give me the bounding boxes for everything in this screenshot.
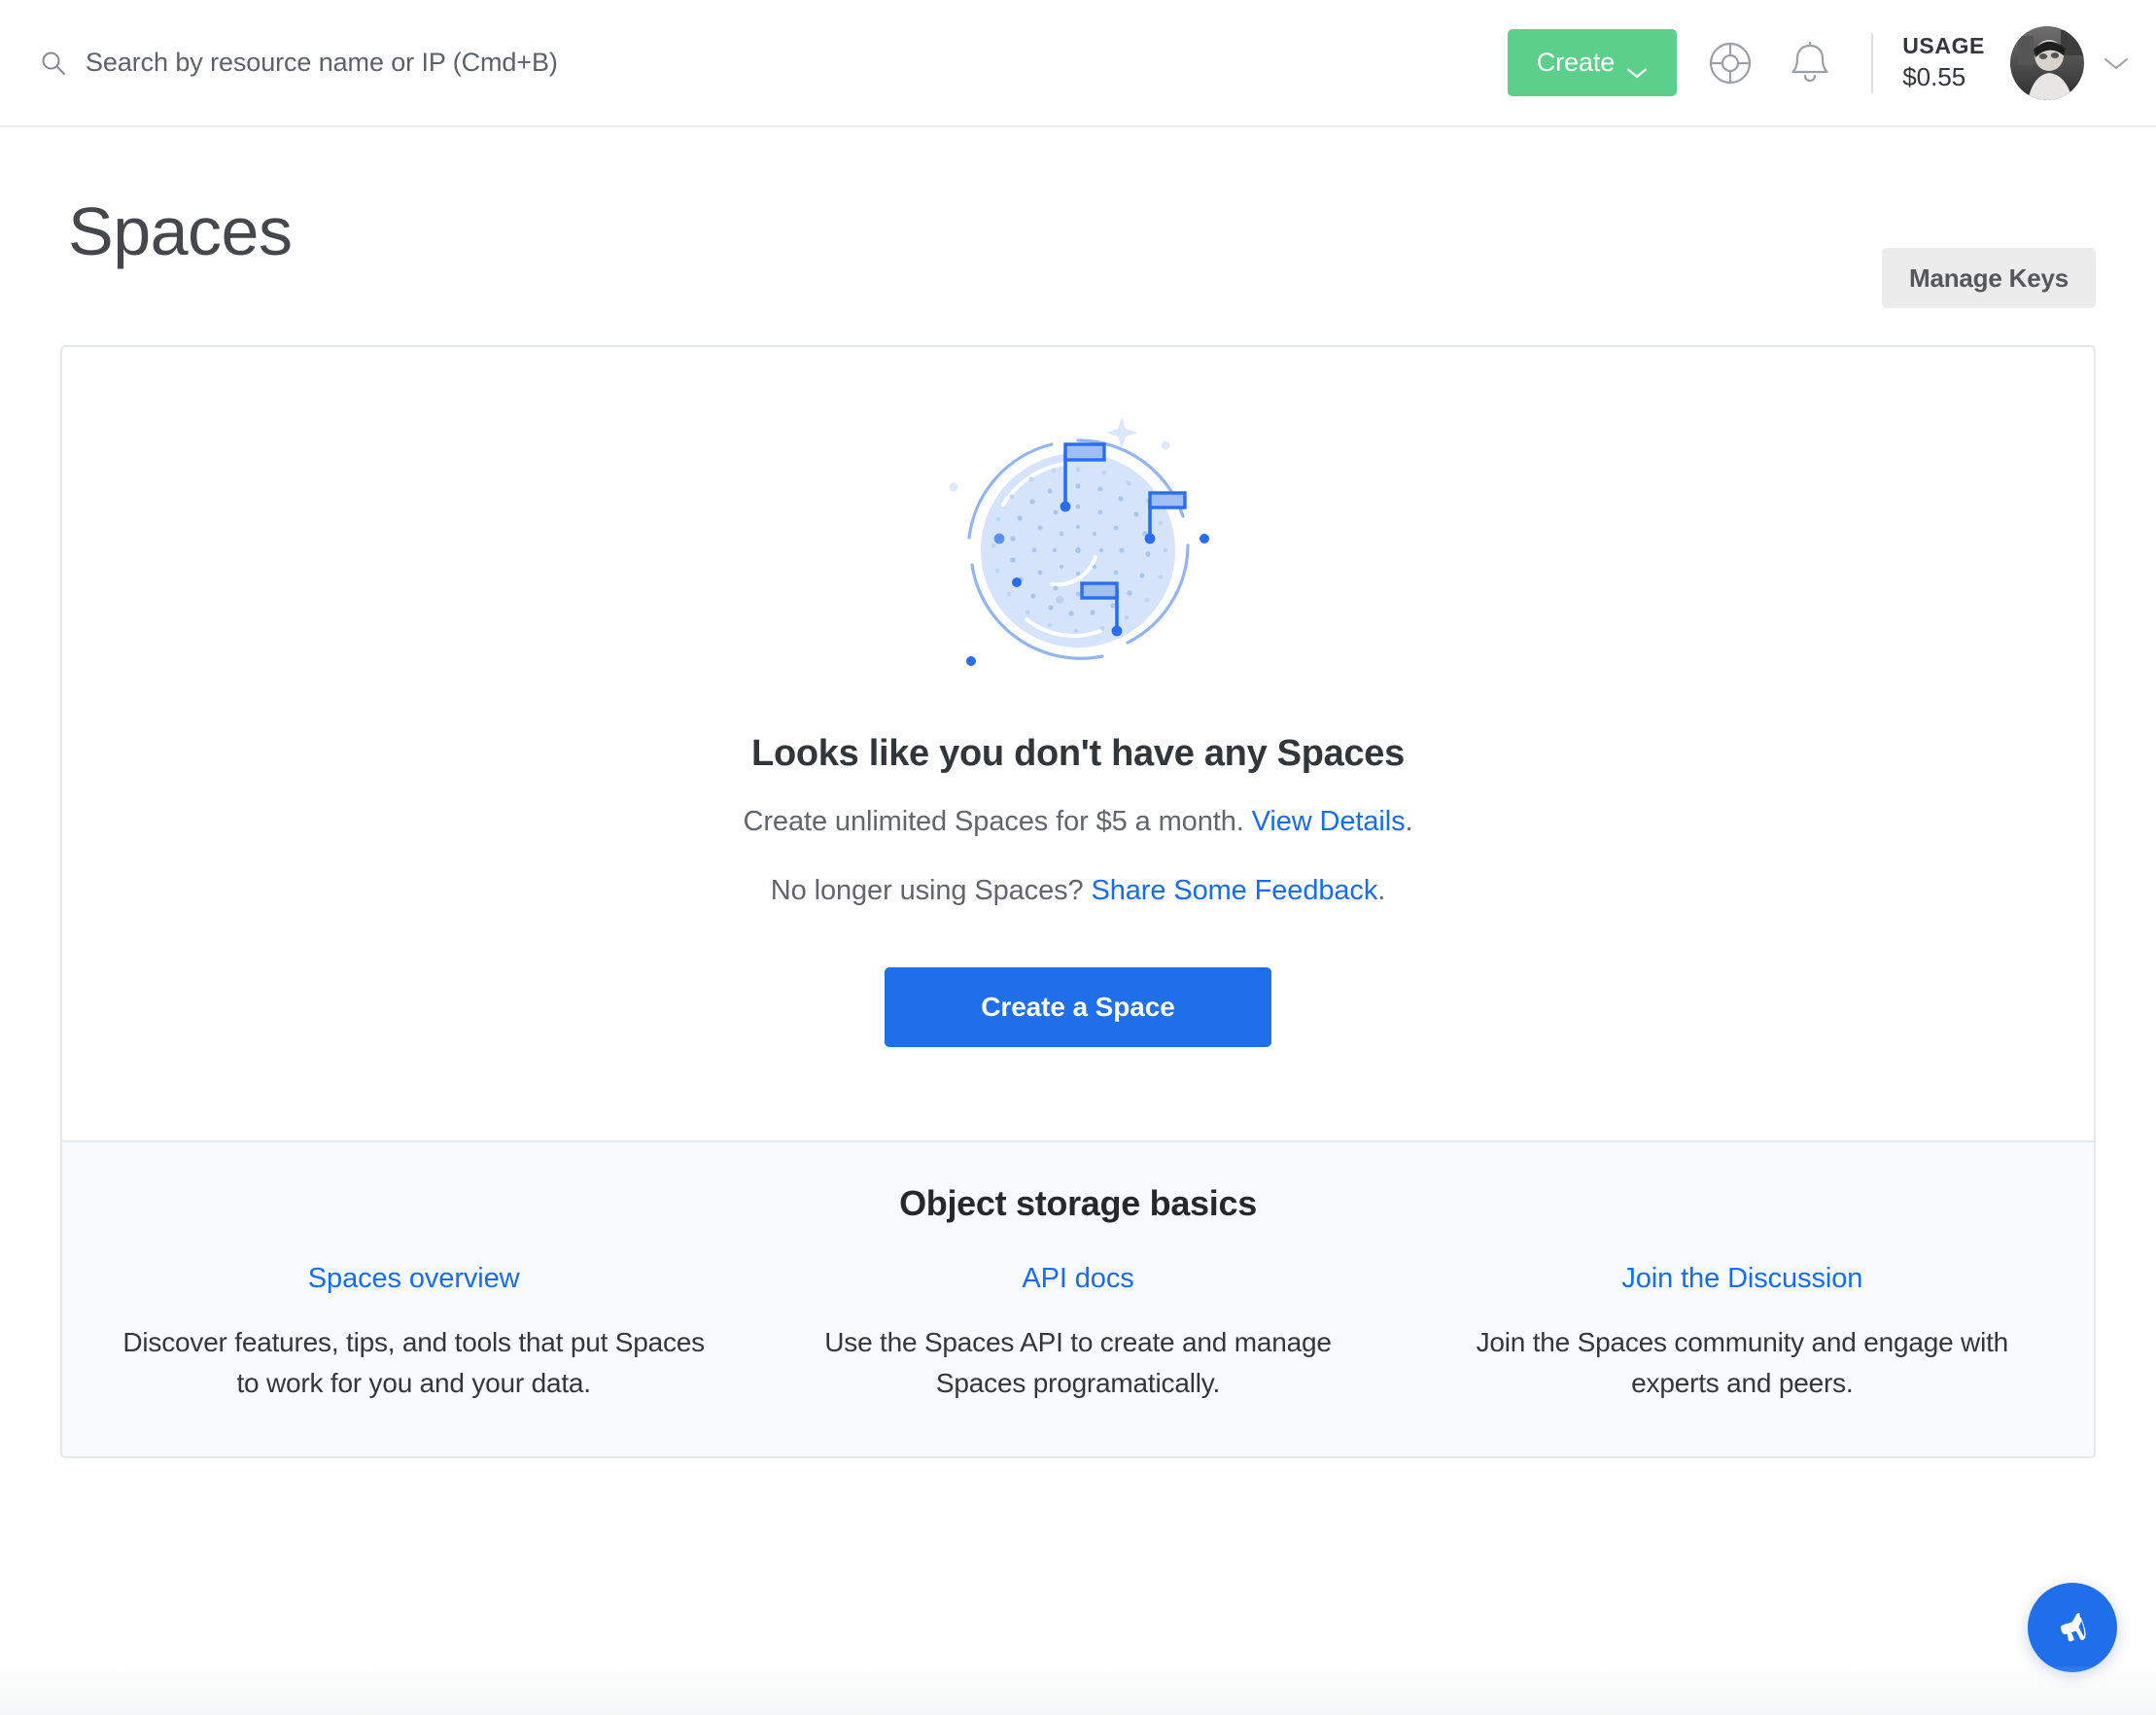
empty-state: Looks like you don't have any Spaces Cre… (62, 347, 2094, 1140)
basics-title: Object storage basics (899, 1183, 1257, 1223)
object-storage-basics-section: Object storage basics Spaces overview Di… (62, 1140, 2094, 1456)
header-divider (1871, 32, 1874, 93)
feedback-floating-button[interactable] (2028, 1583, 2117, 1672)
top-header-bar: Create (0, 0, 2156, 127)
create-button[interactable]: Create (1507, 29, 1678, 96)
support-button[interactable] (1704, 37, 1756, 89)
empty-state-headline: Looks like you don't have any Spaces (751, 733, 1405, 774)
feedback-text-prefix: No longer using Spaces? (770, 875, 1092, 906)
page-title-row: Spaces Manage Keys (60, 127, 2096, 308)
bell-icon (1787, 40, 1833, 87)
profile-chevron-down-icon[interactable] (2104, 55, 2129, 71)
global-search[interactable] (39, 0, 1508, 125)
search-input[interactable] (86, 48, 824, 78)
empty-state-subtext: Create unlimited Spaces for $5 a month. … (82, 806, 2074, 838)
lifebuoy-icon (1707, 40, 1754, 87)
basics-columns: Spaces overview Discover features, tips,… (82, 1263, 2074, 1404)
chevron-down-icon (1626, 56, 1648, 78)
join-discussion-link[interactable]: Join the Discussion (1621, 1263, 1862, 1295)
search-icon (39, 49, 68, 78)
basics-column: Join the Discussion Join the Spaces comm… (1410, 1263, 2074, 1404)
empty-state-subtext-prefix: Create unlimited Spaces for $5 a month. (743, 806, 1252, 837)
create-a-space-button[interactable]: Create a Space (885, 967, 1271, 1047)
basics-column: API docs Use the Spaces API to create an… (746, 1263, 1409, 1404)
feedback-text-suffix: . (1377, 875, 1386, 906)
spaces-page: Create (0, 0, 2156, 1715)
megaphone-icon (2050, 1605, 2095, 1650)
avatar[interactable] (2010, 25, 2084, 100)
api-docs-link[interactable]: API docs (1022, 1263, 1133, 1295)
spaces-card: Looks like you don't have any Spaces Cre… (60, 345, 2096, 1458)
page-bottom-edge (0, 1664, 2156, 1715)
radar-flags-illustration (82, 409, 2074, 686)
usage-amount: $0.55 (1902, 61, 1966, 91)
share-feedback-link[interactable]: Share Some Feedback (1092, 875, 1378, 906)
create-button-label: Create (1536, 48, 1616, 77)
spaces-overview-link[interactable]: Spaces overview (308, 1263, 520, 1295)
basics-column-description: Join the Spaces community and engage wit… (1476, 1327, 2009, 1398)
page-title: Spaces (68, 193, 293, 269)
header-actions: Create USAGE $0.55 (1507, 0, 2129, 125)
usage-summary[interactable]: USAGE $0.55 (1902, 32, 1985, 94)
notifications-button[interactable] (1784, 37, 1836, 89)
basics-column-description: Use the Spaces API to create and manage … (824, 1327, 1332, 1398)
page-content: Spaces Manage Keys Looks like you don't … (0, 127, 2156, 1458)
empty-state-subtext-suffix: . (1405, 806, 1413, 837)
view-details-link[interactable]: View Details (1252, 806, 1406, 837)
manage-keys-button[interactable]: Manage Keys (1882, 248, 2096, 308)
empty-state-feedback-text: No longer using Spaces? Share Some Feedb… (82, 875, 2074, 907)
usage-label: USAGE (1902, 32, 1985, 58)
basics-column: Spaces overview Discover features, tips,… (82, 1263, 746, 1404)
basics-column-description: Discover features, tips, and tools that … (122, 1327, 705, 1398)
